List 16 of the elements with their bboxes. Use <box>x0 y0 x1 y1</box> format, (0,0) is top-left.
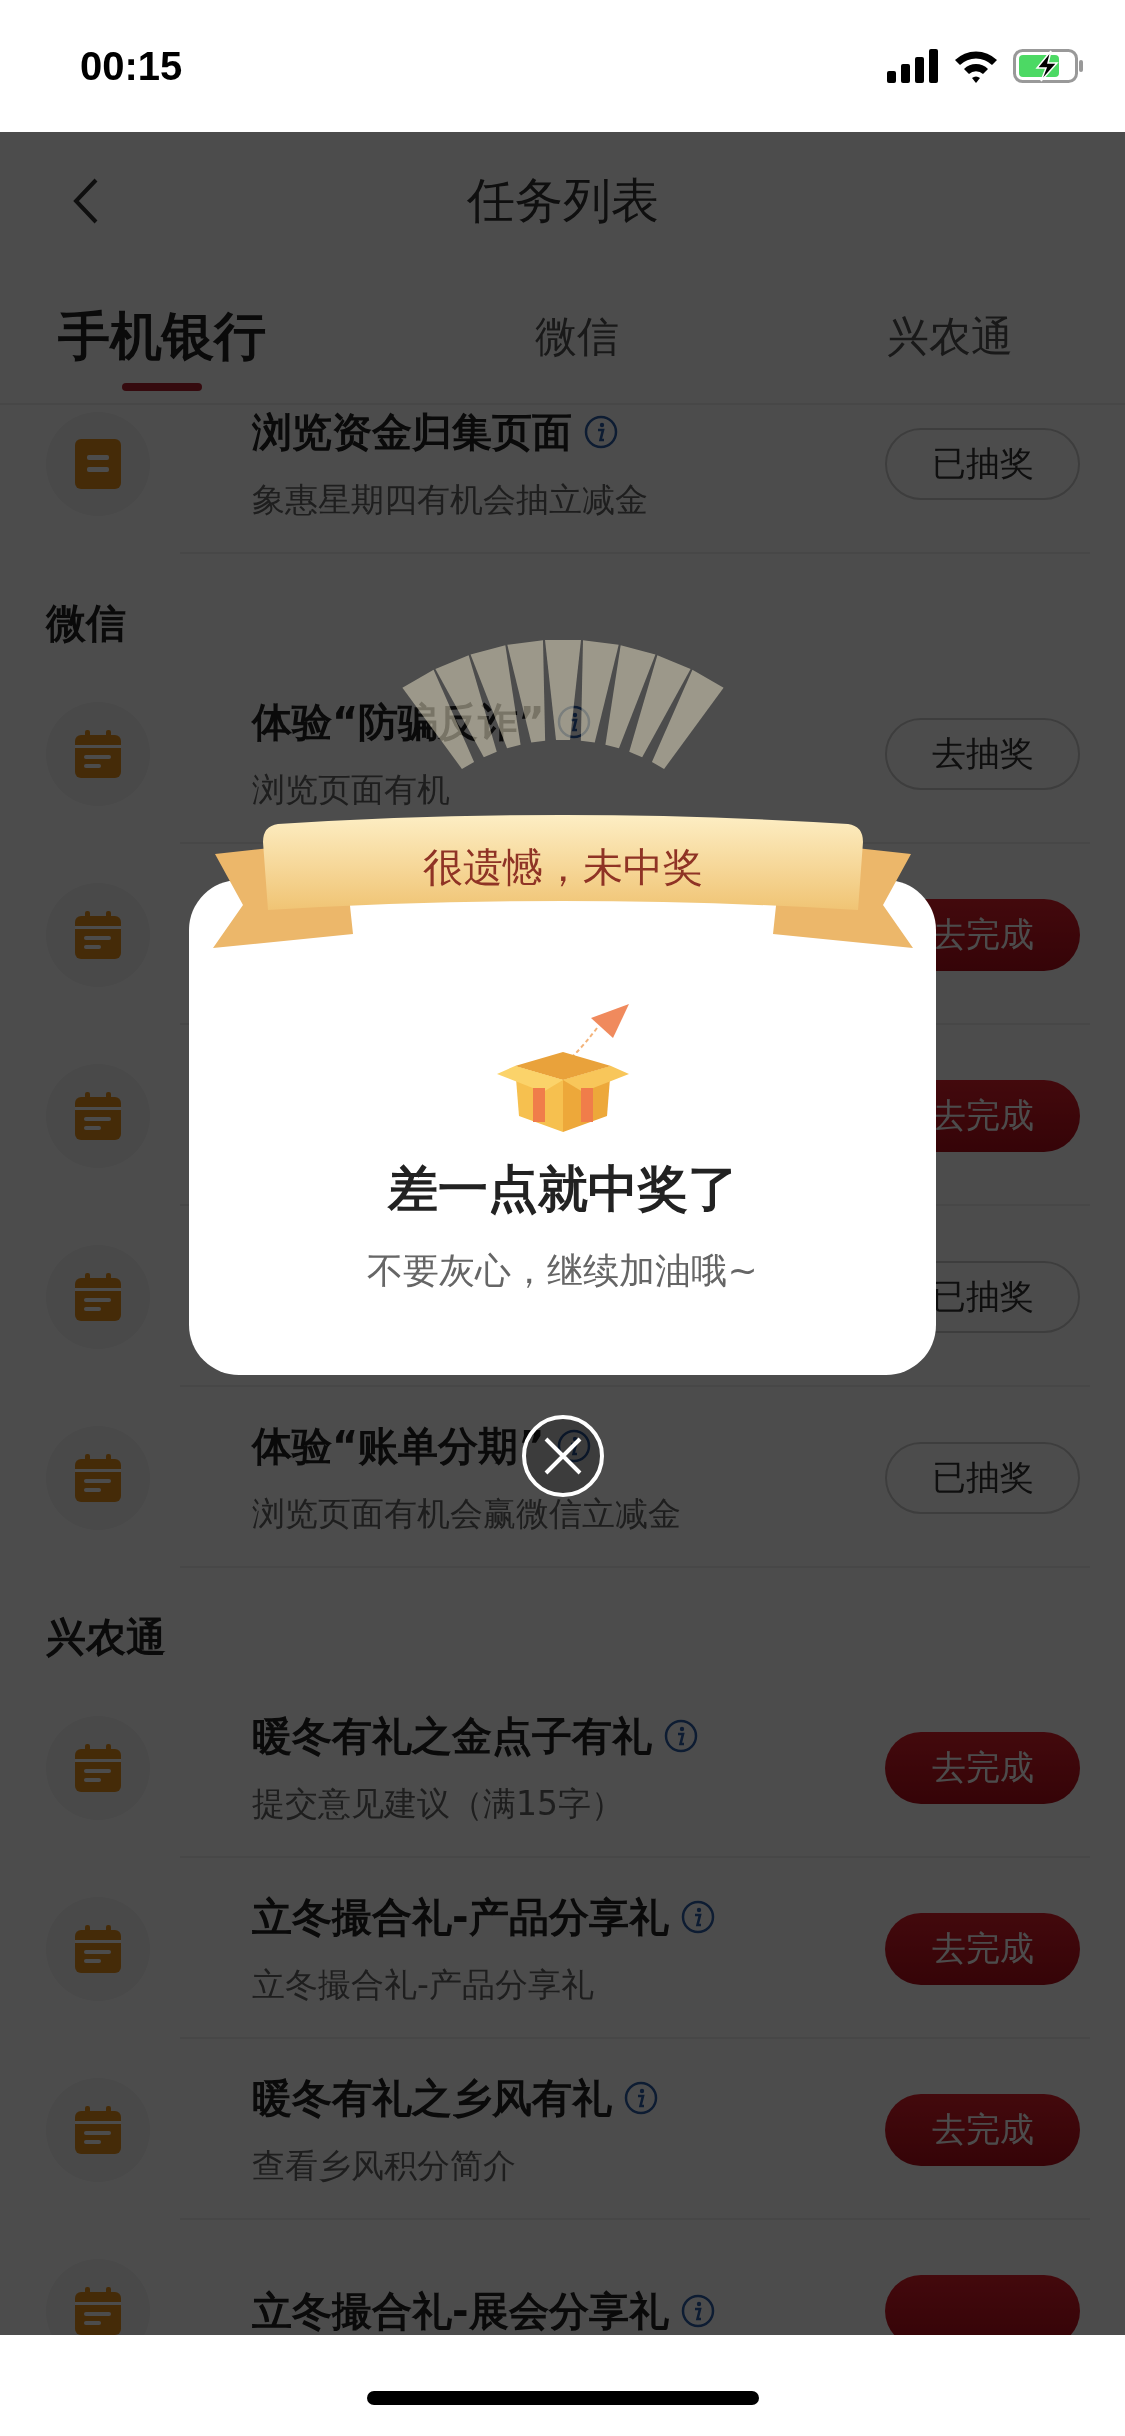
result-banner-title: 很遗憾，未中奖 <box>422 843 703 892</box>
section-heading: 微信 <box>46 599 126 648</box>
signal-icon <box>887 49 939 83</box>
task-title: 暖冬有礼之金点子有礼 <box>252 1713 652 1758</box>
close-icon <box>542 1436 583 1476</box>
task-title: 暖冬有礼之乡风有礼 <box>252 2075 612 2120</box>
task-title: 浏览资金归集页面 <box>252 409 572 454</box>
battery-charging-icon <box>1013 49 1085 83</box>
dialog-message: 不要灰心，继续加油哦~ <box>367 1249 758 1293</box>
task-title: 立冬撮合礼-产品分享礼 <box>252 1894 669 1939</box>
dialog-title: 差一点就中奖了 <box>387 1159 738 1220</box>
wifi-icon <box>953 49 999 83</box>
section-heading: 兴农通 <box>46 1613 166 1662</box>
status-time: 00:15 <box>80 43 183 89</box>
task-title: 立冬撮合礼-展会分享礼 <box>252 2288 669 2333</box>
page-title: 任务列表 <box>466 171 659 230</box>
